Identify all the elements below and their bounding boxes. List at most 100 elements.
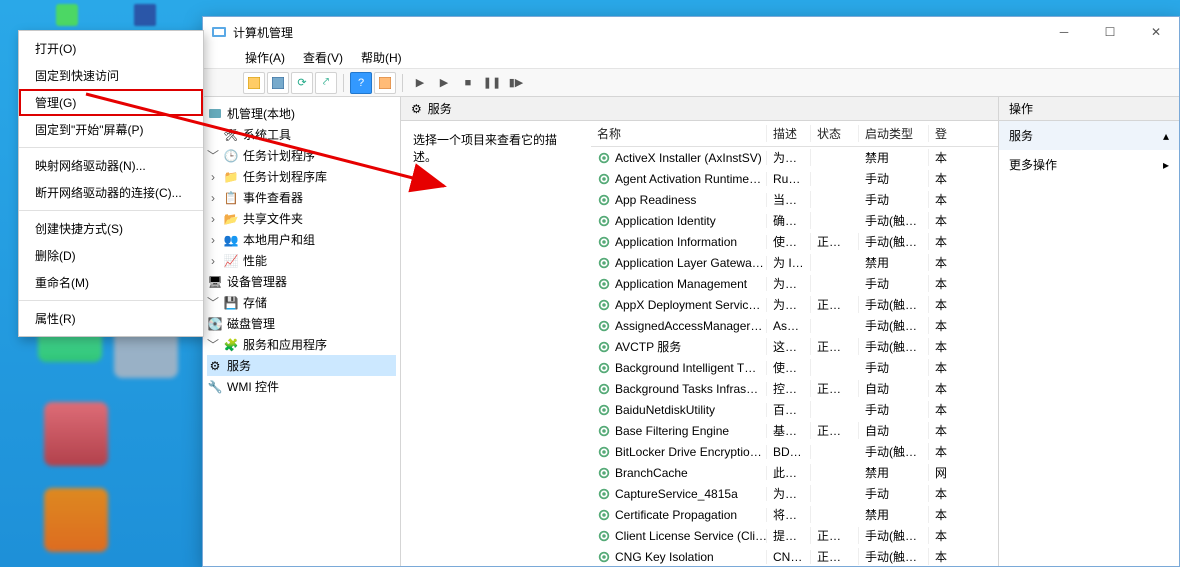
tb-properties[interactable] [243, 72, 265, 94]
tb-views[interactable] [374, 72, 396, 94]
ctx-manage[interactable]: 管理(G) [19, 89, 203, 116]
ctx-pin-quick[interactable]: 固定到快速访问 [19, 62, 203, 89]
gear-icon [597, 529, 611, 543]
col-status[interactable]: 状态 [811, 125, 859, 142]
tb-pause[interactable]: ❚❚ [481, 72, 503, 94]
tree-users[interactable]: ›👥本地用户和组 [207, 229, 396, 250]
service-row[interactable]: AssignedAccessManager…Assi…手动(触发…本 [591, 315, 998, 336]
minimize-button[interactable]: ─ [1041, 17, 1087, 47]
taskbar-icon-word [134, 4, 156, 26]
computer-management-window: 计算机管理 ─ ☐ ✕ 操作(A) 查看(V) 帮助(H) ⟳ ⤤ ? ▶ ▶ … [202, 16, 1180, 567]
gear-icon [597, 445, 611, 459]
tree-perf[interactable]: ›📈性能 [207, 250, 396, 271]
tree-tasksched-lib[interactable]: ›📁任务计划程序库 [207, 166, 396, 187]
service-row[interactable]: CaptureService_4815a为调…手动本 [591, 483, 998, 504]
col-name[interactable]: 名称 [591, 125, 767, 142]
service-row[interactable]: BranchCache此服…禁用网 [591, 462, 998, 483]
gear-icon [597, 424, 611, 438]
tb-export[interactable]: ⤤ [315, 72, 337, 94]
tree-shared[interactable]: ›📂共享文件夹 [207, 208, 396, 229]
ctx-sep [19, 210, 203, 211]
tree-eventviewer[interactable]: ›📋事件查看器 [207, 187, 396, 208]
gear-icon [597, 340, 611, 354]
actions-more[interactable]: 更多操作▸ [999, 150, 1179, 179]
service-row[interactable]: Agent Activation Runtime…Runt…手动本 [591, 168, 998, 189]
menu-help[interactable]: 帮助(H) [361, 49, 402, 66]
service-row[interactable]: Client License Service (Cli…提供…正在…手动(触发…… [591, 525, 998, 546]
service-row[interactable]: Background Intelligent T…使用…手动本 [591, 357, 998, 378]
tree-devmgr[interactable]: 🖥设备管理器 [207, 271, 396, 292]
service-row[interactable]: Background Tasks Infras…控制…正在…自动本 [591, 378, 998, 399]
gear-icon [597, 193, 611, 207]
ctx-delete[interactable]: 删除(D) [19, 242, 203, 269]
service-row[interactable]: Application Identity确定…手动(触发…本 [591, 210, 998, 231]
gear-icon [597, 466, 611, 480]
tb-play[interactable]: ▶ [409, 72, 431, 94]
close-button[interactable]: ✕ [1133, 17, 1179, 47]
service-row[interactable]: Application Information使用…正在…手动(触发…本 [591, 231, 998, 252]
tb-stop[interactable]: ■ [457, 72, 479, 94]
toolbar: ⟳ ⤤ ? ▶ ▶ ■ ❚❚ ▮▶ [203, 69, 1179, 97]
gear-icon [597, 550, 611, 564]
nav-tree[interactable]: 机管理(本地) 🛠系统工具 ﹀🕒任务计划程序 ›📁任务计划程序库 ›📋事件查看器… [203, 97, 401, 566]
tree-svcapps[interactable]: ﹀🧩服务和应用程序 [207, 334, 396, 355]
ctx-pin-start[interactable]: 固定到"开始"屏幕(P) [19, 116, 203, 143]
ctx-open[interactable]: 打开(O) [19, 35, 203, 62]
ctx-sep [19, 147, 203, 148]
service-row[interactable]: AppX Deployment Servic…为部…正在…手动(触发…本 [591, 294, 998, 315]
gear-icon [597, 214, 611, 228]
col-logon[interactable]: 登 [929, 125, 947, 142]
menu-view[interactable]: 查看(V) [303, 49, 343, 66]
ctx-sep [19, 300, 203, 301]
ctx-create-shortcut[interactable]: 创建快捷方式(S) [19, 215, 203, 242]
desktop-icon-4[interactable] [44, 488, 108, 552]
gear-icon: ⚙ [411, 102, 422, 116]
service-row[interactable]: App Readiness当用…手动本 [591, 189, 998, 210]
tree-services[interactable]: ⚙服务 [207, 355, 396, 376]
service-row[interactable]: AVCTP 服务这是…正在…手动(触发…本 [591, 336, 998, 357]
tb-refresh[interactable]: ⟳ [291, 72, 313, 94]
service-row[interactable]: Application Management为通…手动本 [591, 273, 998, 294]
desktop-icon-3[interactable] [44, 402, 108, 466]
taskbar-icon-wechat [56, 4, 78, 26]
gear-icon [597, 235, 611, 249]
service-row[interactable]: Certificate Propagation将用…禁用本 [591, 504, 998, 525]
column-headers[interactable]: 名称 描述 状态 启动类型 登 [591, 121, 998, 147]
gear-icon [597, 361, 611, 375]
tree-tasksched[interactable]: ﹀🕒任务计划程序 [207, 145, 396, 166]
titlebar[interactable]: 计算机管理 ─ ☐ ✕ [203, 17, 1179, 47]
service-row[interactable]: Application Layer Gatewa…为 In…禁用本 [591, 252, 998, 273]
service-row[interactable]: CNG Key IsolationCNG…正在…手动(触发…本 [591, 546, 998, 566]
actions-panel: 操作 服务▴ 更多操作▸ [999, 97, 1179, 566]
app-icon [211, 24, 227, 40]
tree-systools[interactable]: 🛠系统工具 [207, 124, 396, 145]
col-desc[interactable]: 描述 [767, 125, 811, 142]
tb-select[interactable] [267, 72, 289, 94]
gear-icon [597, 277, 611, 291]
description-pane: 选择一个项目来查看它的描述。 [401, 121, 591, 566]
tb-restart[interactable]: ▮▶ [505, 72, 527, 94]
actions-section-services[interactable]: 服务▴ [999, 121, 1179, 150]
ctx-rename[interactable]: 重命名(M) [19, 269, 203, 296]
maximize-button[interactable]: ☐ [1087, 17, 1133, 47]
services-list[interactable]: 名称 描述 状态 启动类型 登 ActiveX Installer (AxIns… [591, 121, 998, 566]
service-row[interactable]: ActiveX Installer (AxInstSV)为从…禁用本 [591, 147, 998, 168]
gear-icon [597, 382, 611, 396]
col-startup[interactable]: 启动类型 [859, 125, 929, 142]
tree-storage[interactable]: ﹀💾存储 [207, 292, 396, 313]
menu-action[interactable]: 操作(A) [245, 49, 285, 66]
service-row[interactable]: Base Filtering Engine基本…正在…自动本 [591, 420, 998, 441]
gear-icon [597, 487, 611, 501]
tree-root[interactable]: 机管理(本地) [207, 103, 396, 124]
tree-diskmgmt[interactable]: 💽磁盘管理 [207, 313, 396, 334]
service-row[interactable]: BitLocker Drive Encryptio…BDE…手动(触发…本 [591, 441, 998, 462]
ctx-properties[interactable]: 属性(R) [19, 305, 203, 332]
tree-wmi[interactable]: 🔧WMI 控件 [207, 376, 396, 397]
actions-header: 操作 [999, 97, 1179, 121]
tb-play2[interactable]: ▶ [433, 72, 455, 94]
service-row[interactable]: BaiduNetdiskUtility百度…手动本 [591, 399, 998, 420]
ctx-map-net[interactable]: 映射网络驱动器(N)... [19, 152, 203, 179]
tb-help[interactable]: ? [350, 72, 372, 94]
panel-title: 服务 [428, 100, 452, 117]
ctx-disconnect-net[interactable]: 断开网络驱动器的连接(C)... [19, 179, 203, 206]
